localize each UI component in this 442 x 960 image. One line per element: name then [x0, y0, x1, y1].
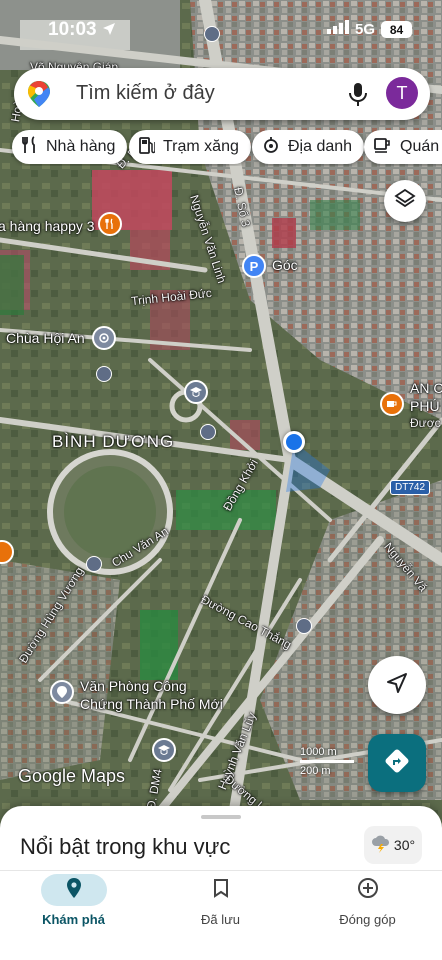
- nav-saved[interactable]: Đã lưu: [147, 871, 294, 960]
- place-label-duoc: Được: [410, 416, 441, 430]
- temple-poi-icon[interactable]: [92, 326, 116, 350]
- map-scale: 1000 m 200 m: [300, 746, 354, 777]
- weather-chip[interactable]: 30°: [364, 826, 422, 864]
- directions-button[interactable]: [368, 734, 426, 792]
- navigation-arrow-icon: [386, 672, 408, 699]
- avatar[interactable]: T: [386, 77, 418, 109]
- bus-stop-icon[interactable]: [200, 424, 216, 440]
- network-type: 5G: [354, 21, 375, 38]
- search-bar[interactable]: Tìm kiếm ở đây T: [14, 68, 430, 120]
- nav-contribute-icon-wrap: [335, 874, 401, 906]
- recenter-button[interactable]: [368, 656, 426, 714]
- weather-temp: 30°: [393, 837, 416, 853]
- chip-landmarks[interactable]: Địa danh: [252, 130, 365, 164]
- chip-label: Trạm xăng: [163, 138, 239, 155]
- nav-saved-icon-wrap: [188, 874, 254, 906]
- sheet-drag-handle[interactable]: [201, 815, 241, 819]
- place-label-binh-duong: BÌNH DƯƠNG: [52, 432, 175, 451]
- nav-explore-icon-wrap: [40, 874, 107, 906]
- place-label-goc: Góc: [272, 257, 298, 273]
- category-chips: Nhà hàng Trạm xăng Địa danh Quán c: [0, 130, 442, 166]
- chip-cafes[interactable]: Quán c: [364, 130, 442, 164]
- google-maps-pin-icon: [26, 80, 52, 113]
- bottom-navigation: Khám phá Đã lưu Đóng góp: [0, 870, 442, 960]
- gas-station-icon: [139, 136, 156, 159]
- microphone-icon[interactable]: [344, 80, 372, 108]
- cafe-poi-icon[interactable]: [380, 392, 404, 416]
- nav-label: Đã lưu: [200, 912, 241, 927]
- place-label-chua-hoi-an: Chùa Hội An: [6, 330, 85, 346]
- status-bar: 10:03 5G 84: [0, 0, 442, 56]
- place-label-restaurant: a hàng happy 3: [0, 218, 95, 234]
- place-label-van-phong-1: Văn Phòng Công: [80, 678, 187, 694]
- battery-icon: 84: [381, 21, 412, 38]
- explore-pin-icon: [66, 877, 82, 904]
- layers-button[interactable]: [384, 180, 426, 222]
- search-input[interactable]: Tìm kiếm ở đây: [76, 82, 215, 105]
- chip-label: Nhà hàng: [46, 138, 116, 155]
- scale-bottom-label: 200 m: [300, 765, 331, 777]
- route-shield: DT742: [390, 480, 431, 495]
- thunderstorm-icon: [371, 835, 391, 856]
- directions-icon: [384, 748, 410, 779]
- bus-stop-icon[interactable]: [296, 618, 312, 634]
- nav-explore[interactable]: Khám phá: [0, 871, 147, 960]
- restaurant-icon: [22, 135, 38, 159]
- nav-contribute[interactable]: Đóng góp: [294, 871, 441, 960]
- scale-bar: [300, 760, 354, 763]
- parking-poi-icon[interactable]: P: [242, 254, 266, 278]
- school-poi-icon[interactable]: [184, 380, 208, 404]
- sheet-title: Nổi bật trong khu vực: [20, 834, 231, 859]
- layers-icon: [394, 188, 416, 215]
- place-label-an-c: AN C: [410, 380, 442, 396]
- chip-label: Quán c: [400, 138, 442, 155]
- scale-top-label: 1000 m: [300, 746, 337, 758]
- signal-icon: [326, 20, 349, 39]
- restaurant-poi-icon[interactable]: [98, 212, 122, 236]
- status-time: 10:03: [48, 19, 97, 40]
- bus-stop-icon[interactable]: [86, 556, 102, 572]
- school-poi-icon-2[interactable]: [152, 738, 176, 762]
- office-poi-icon[interactable]: [50, 680, 74, 704]
- google-maps-attribution: Google Maps: [18, 766, 126, 786]
- location-arrow-icon: [102, 22, 116, 41]
- chip-label: Địa danh: [288, 138, 353, 155]
- user-location-dot: [283, 431, 305, 453]
- place-label-phu: PHÚ: [410, 398, 440, 414]
- add-circle-icon: [357, 877, 379, 904]
- bus-stop-icon[interactable]: [96, 366, 112, 382]
- chip-restaurants[interactable]: Nhà hàng: [12, 130, 128, 164]
- coffee-icon: [374, 137, 392, 158]
- chip-gas-stations[interactable]: Trạm xăng: [129, 130, 251, 164]
- nav-label: Đóng góp: [339, 912, 396, 927]
- bottom-sheet[interactable]: Nổi bật trong khu vực 30°: [0, 806, 442, 876]
- place-label-van-phong-2: Chứng Thành Phố Mới: [80, 696, 223, 712]
- bookmark-icon: [213, 878, 229, 903]
- landmark-icon: [262, 136, 280, 159]
- nav-label: Khám phá: [42, 912, 105, 927]
